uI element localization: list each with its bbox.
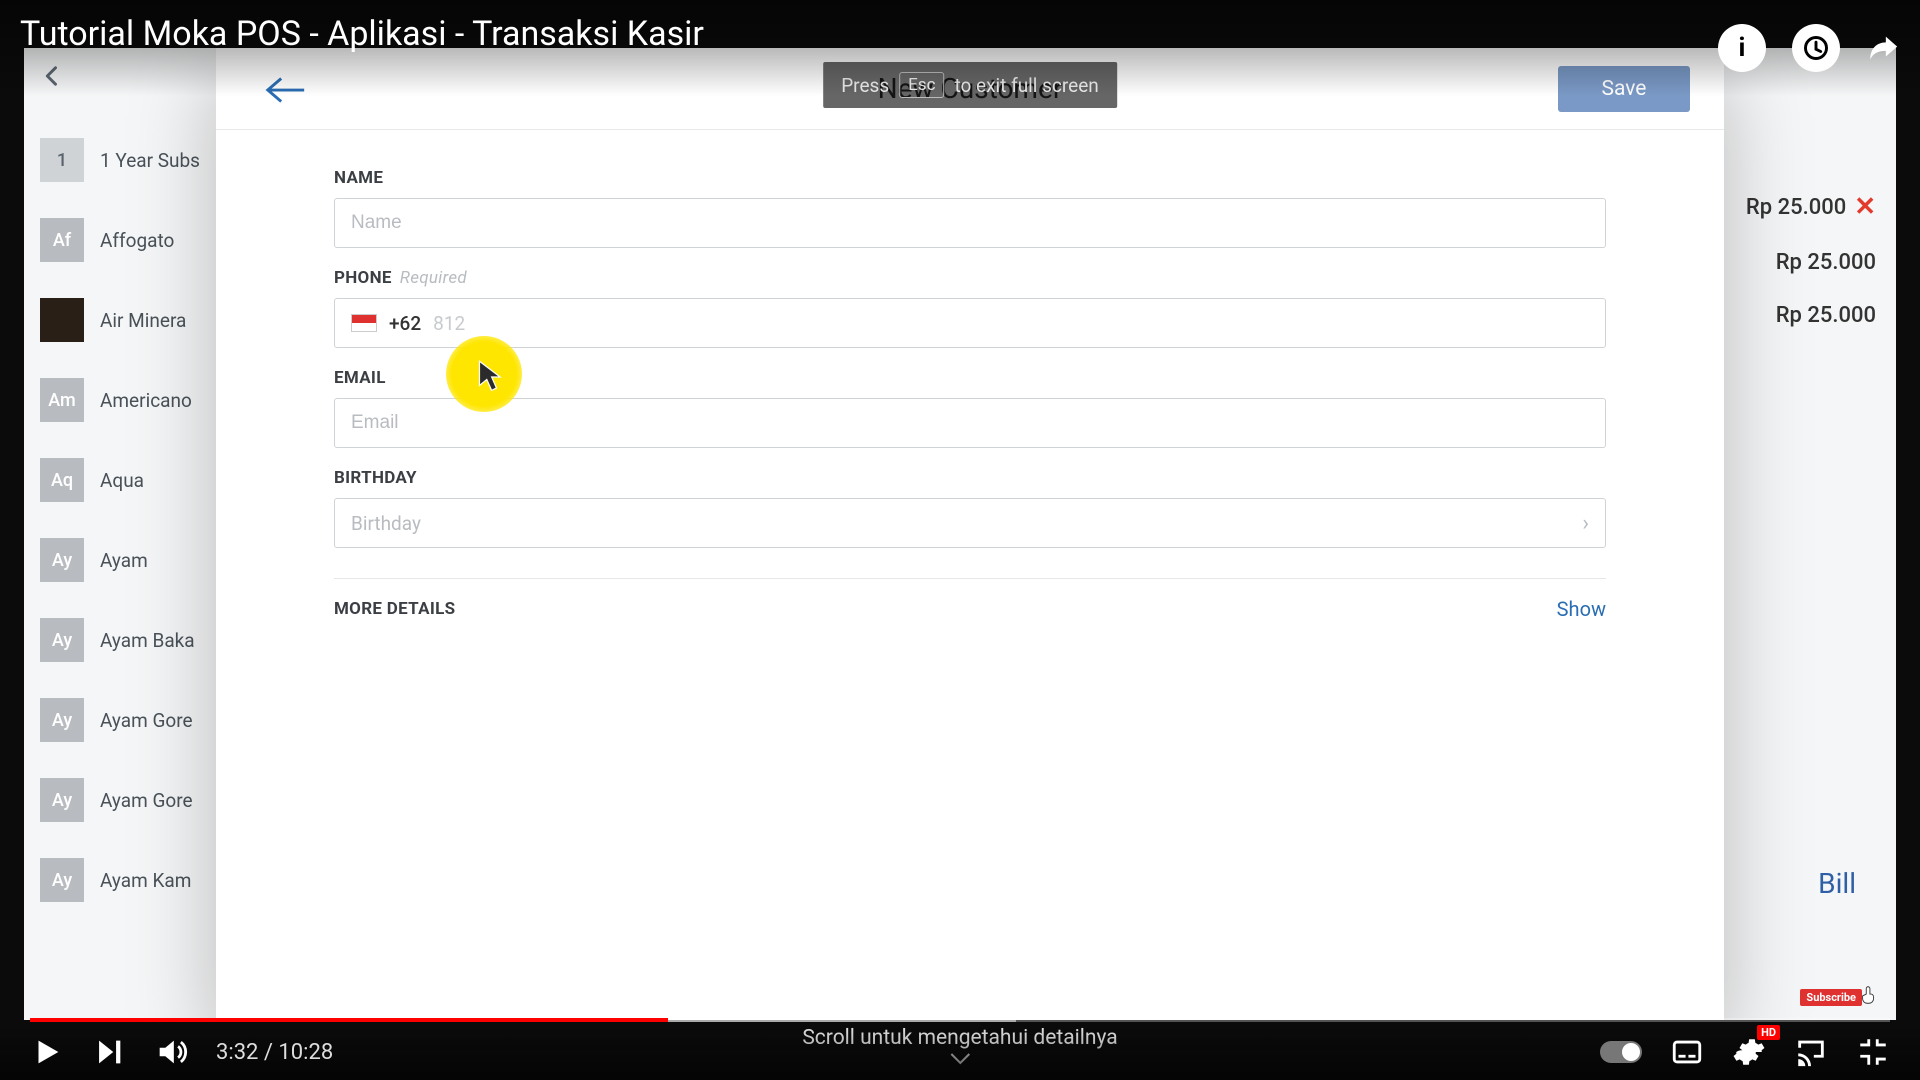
cart-line-2: Rp 25.000: [1716, 236, 1876, 289]
time-display: 3:32 / 10:28: [216, 1040, 333, 1065]
pos-list-item[interactable]: Ay Ayam Baka: [24, 600, 244, 680]
phone-required-tag: Required: [400, 268, 467, 288]
item-thumb: Ay: [40, 618, 84, 662]
pos-list-item[interactable]: Ay Ayam: [24, 520, 244, 600]
captions-button[interactable]: [1670, 1035, 1704, 1069]
item-thumb: 1: [40, 138, 84, 182]
volume-button[interactable]: [154, 1035, 188, 1069]
phone-label: PHONERequired: [334, 268, 1606, 288]
item-thumb: Am: [40, 378, 84, 422]
video-stage: 1 1 Year Subs Af Affogato Air Minera Am Americ…: [0, 0, 1920, 1080]
item-label: Ayam: [100, 549, 148, 572]
pos-list-item[interactable]: 1 1 Year Subs: [24, 120, 244, 200]
next-button[interactable]: [92, 1035, 126, 1069]
exit-fullscreen-button[interactable]: [1856, 1035, 1890, 1069]
chevron-right-icon: ›: [1582, 511, 1589, 536]
more-details-label: MORE DETAILS: [334, 599, 455, 619]
progress-bar[interactable]: [30, 1018, 1890, 1022]
item-label: Aqua: [100, 469, 144, 492]
name-label: NAME: [334, 168, 1606, 188]
cast-button[interactable]: [1794, 1035, 1828, 1069]
video-frame: 1 1 Year Subs Af Affogato Air Minera Am Americ…: [0, 0, 1920, 1080]
pos-list-item[interactable]: Am Americano: [24, 360, 244, 440]
subscribe-watermark[interactable]: Subscribe: [1800, 984, 1880, 1010]
watch-later-icon[interactable]: [1792, 24, 1840, 72]
played-segment: [30, 1018, 668, 1022]
pos-list-item[interactable]: Aq Aqua: [24, 440, 244, 520]
tablet-screen: 1 1 Year Subs Af Affogato Air Minera Am Americ…: [24, 48, 1896, 1020]
bill-label: Bill: [1818, 867, 1856, 900]
hd-badge: HD: [1757, 1025, 1780, 1040]
cart-line-1: Rp 25.000✕: [1716, 178, 1876, 236]
settings-button[interactable]: HD: [1732, 1035, 1766, 1069]
email-input-wrap: [334, 398, 1606, 448]
item-thumb: Ay: [40, 698, 84, 742]
item-label: 1 Year Subs: [100, 149, 200, 172]
item-thumb: [40, 298, 84, 342]
name-input-wrap: [334, 198, 1606, 248]
item-label: Affogato: [100, 229, 174, 252]
item-label: Ayam Gore: [100, 789, 193, 812]
pos-list-item[interactable]: Air Minera: [24, 280, 244, 360]
item-thumb: Aq: [40, 458, 84, 502]
name-input[interactable]: [351, 212, 1589, 234]
item-thumb: Ay: [40, 538, 84, 582]
item-thumb: Ay: [40, 858, 84, 902]
player-controls: 3:32 / 10:28 HD: [0, 1024, 1920, 1080]
item-thumb: Ay: [40, 778, 84, 822]
autoplay-toggle[interactable]: [1600, 1041, 1642, 1063]
show-more-link[interactable]: Show: [1557, 597, 1606, 621]
email-label: EMAIL: [334, 368, 1606, 388]
item-label: Ayam Baka: [100, 629, 195, 652]
subscribe-badge: Subscribe: [1800, 989, 1862, 1006]
email-input[interactable]: [351, 412, 1589, 434]
item-label: Americano: [100, 389, 192, 412]
birthday-placeholder: Birthday: [351, 512, 421, 535]
cursor-icon: [476, 359, 502, 397]
remove-line-icon[interactable]: ✕: [1854, 192, 1876, 222]
tutorial-highlight: [446, 336, 522, 412]
new-customer-modal: Press Esc to exit full screen New Custom…: [216, 48, 1724, 1020]
pos-list-item[interactable]: Ay Ayam Gore: [24, 760, 244, 840]
item-label: Ayam Kam: [100, 869, 191, 892]
share-icon[interactable]: [1866, 31, 1900, 65]
item-label: Ayam Gore: [100, 709, 193, 732]
pos-list-item[interactable]: Af Affogato: [24, 200, 244, 280]
birthday-field[interactable]: Birthday ›: [334, 498, 1606, 548]
pos-list-item[interactable]: Ay Ayam Kam: [24, 840, 244, 920]
play-button[interactable]: [30, 1035, 64, 1069]
info-icon[interactable]: i: [1718, 24, 1766, 72]
pos-list-item[interactable]: Ay Ayam Gore: [24, 680, 244, 760]
video-top-overlay: Tutorial Moka POS - Aplikasi - Transaksi…: [0, 0, 1920, 96]
item-thumb: Af: [40, 218, 84, 262]
birthday-label: BIRTHDAY: [334, 468, 1606, 488]
video-title[interactable]: Tutorial Moka POS - Aplikasi - Transaksi…: [20, 14, 704, 54]
item-label: Air Minera: [100, 309, 186, 332]
phone-input-wrap: +62 812: [334, 298, 1606, 348]
hand-cursor-icon: [1858, 984, 1880, 1010]
